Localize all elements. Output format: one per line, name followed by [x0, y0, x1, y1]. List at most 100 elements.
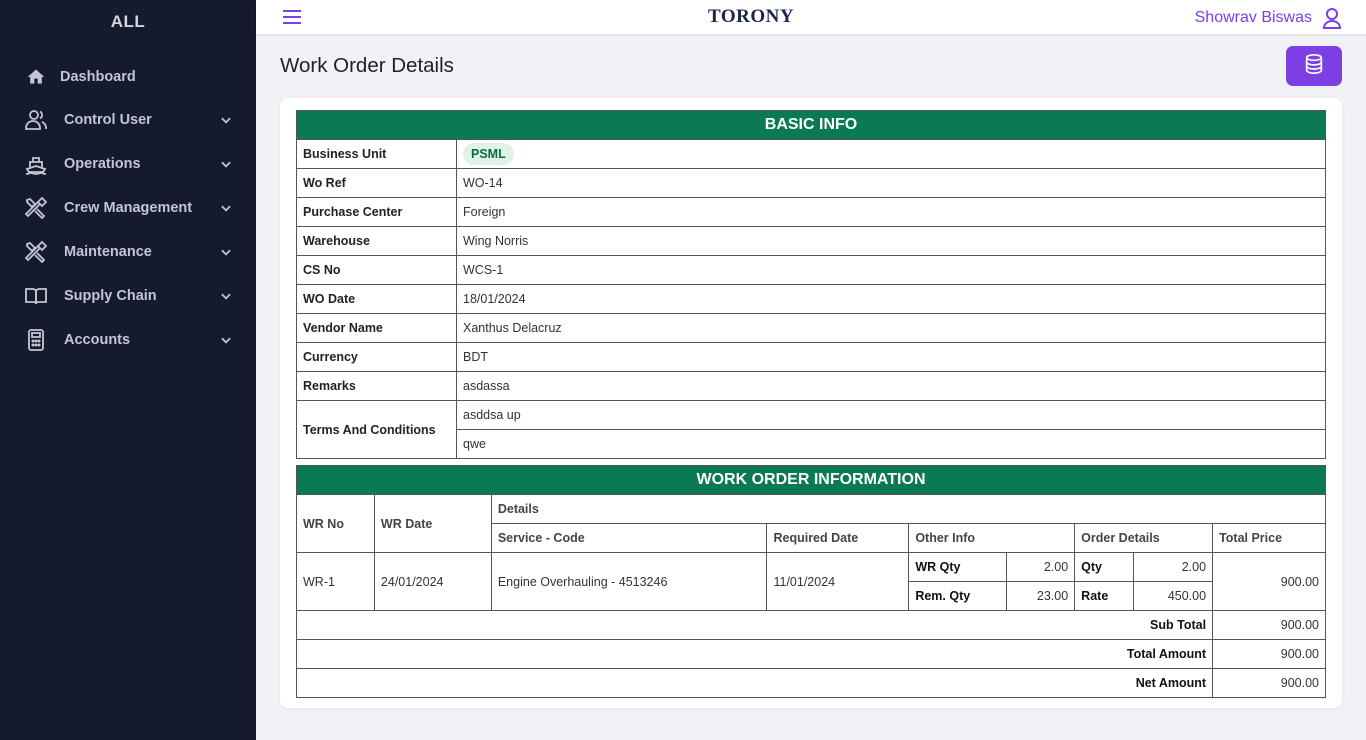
- sidebar-item-dashboard[interactable]: Dashboard: [0, 56, 256, 98]
- table-row: WO Date 18/01/2024: [296, 284, 1326, 314]
- terms-label: Terms And Conditions: [296, 400, 457, 459]
- chevron-down-icon[interactable]: [218, 288, 234, 304]
- ship-icon: [24, 152, 48, 176]
- service-code-header: Service - Code: [490, 523, 768, 553]
- rem-qty-label: Rem. Qty: [908, 581, 1008, 611]
- table-header-row: WR No WR Date Details: [296, 494, 1327, 553]
- wr-qty-label: WR Qty: [908, 552, 1008, 582]
- home-icon: [24, 65, 48, 89]
- sidebar-item-control-user[interactable]: Control User: [0, 98, 256, 142]
- work-order-heading: WORK ORDER INFORMATION: [296, 465, 1326, 495]
- currency-value: BDT: [456, 342, 1326, 372]
- currency-label: Currency: [296, 342, 457, 372]
- tools-icon: [24, 240, 48, 264]
- total-amount-value: 900.00: [1212, 639, 1326, 669]
- sidebar-item-supply-chain[interactable]: Supply Chain: [0, 274, 256, 318]
- user-menu[interactable]: Showrav Biswas: [1195, 7, 1342, 29]
- sidebar-item-label: Control User: [64, 112, 152, 128]
- total-amount-label: Total Amount: [295, 639, 1214, 669]
- cs-no-value: WCS-1: [456, 255, 1326, 285]
- wr-date-header: WR Date: [373, 494, 492, 553]
- wr-no-header: WR No: [296, 494, 375, 553]
- sidebar: ALL Dashboard Control User Operations Cr…: [0, 0, 256, 740]
- work-order-table: WORK ORDER INFORMATION WR No WR Date Det…: [295, 465, 1327, 698]
- table-row: Terms And Conditions asddsa up: [296, 400, 1326, 459]
- warehouse-value: Wing Norris: [456, 226, 1326, 256]
- terms-value: qwe: [456, 429, 1326, 459]
- required-date-header: Required Date: [766, 523, 910, 553]
- details-header: Details: [490, 494, 1327, 524]
- wr-qty-value: 2.00: [1006, 552, 1076, 582]
- qty-label: Qty: [1074, 552, 1135, 582]
- service-code-cell: Engine Overhauling - 4513246: [490, 552, 768, 611]
- remarks-value: asdassa: [456, 371, 1326, 401]
- vendor-name-label: Vendor Name: [296, 313, 457, 343]
- order-details-header: Order Details: [1074, 523, 1214, 553]
- table-row: Currency BDT: [296, 342, 1326, 372]
- cs-no-label: CS No: [296, 255, 457, 285]
- sidebar-item-label: Maintenance: [64, 244, 152, 260]
- sidebar-item-operations[interactable]: Operations: [0, 142, 256, 186]
- user-name: Showrav Biswas: [1194, 9, 1312, 26]
- vendor-name-value: Xanthus Delacruz: [456, 313, 1326, 343]
- sidebar-item-maintenance[interactable]: Maintenance: [0, 230, 256, 274]
- chevron-down-icon[interactable]: [218, 156, 234, 172]
- wo-date-value: 18/01/2024: [456, 284, 1326, 314]
- total-price-header: Total Price: [1212, 523, 1326, 553]
- table-row: CS No WCS-1: [296, 255, 1326, 285]
- book-icon: [24, 284, 48, 308]
- wr-no-cell: WR-1: [296, 552, 375, 611]
- sub-total-value: 900.00: [1212, 610, 1326, 640]
- sidebar-item-crew-management[interactable]: Crew Management: [0, 186, 256, 230]
- users-icon: [24, 108, 48, 132]
- app-logo[interactable]: TORONY: [708, 6, 794, 28]
- terms-value: asddsa up: [456, 400, 1326, 430]
- table-row: Warehouse Wing Norris: [296, 226, 1326, 256]
- table-row: Remarks asdassa: [296, 371, 1326, 401]
- other-info-header: Other Info: [908, 523, 1076, 553]
- sidebar-nav: Dashboard Control User Operations Crew M…: [0, 56, 256, 362]
- net-amount-label: Net Amount: [295, 668, 1214, 698]
- summary-row: Net Amount 900.00: [295, 668, 1326, 698]
- sidebar-item-label: Accounts: [64, 332, 131, 348]
- page-title: Work Order Details: [280, 54, 454, 77]
- chevron-down-icon[interactable]: [218, 332, 234, 348]
- purchase-center-label: Purchase Center: [296, 197, 457, 227]
- business-unit-badge: PSML: [463, 143, 514, 165]
- user-icon: [1322, 7, 1342, 29]
- warehouse-label: Warehouse: [296, 226, 457, 256]
- rate-value: 450.00: [1133, 581, 1214, 611]
- database-button[interactable]: [1286, 46, 1342, 86]
- chevron-down-icon[interactable]: [218, 112, 234, 128]
- sidebar-brand[interactable]: ALL: [0, 0, 256, 44]
- wo-ref-value: WO-14: [456, 168, 1326, 198]
- sidebar-item-label: Crew Management: [64, 200, 193, 216]
- table-row: Business Unit PSML: [296, 139, 1326, 169]
- menu-icon[interactable]: [282, 8, 302, 26]
- sidebar-item-label: Dashboard: [60, 69, 136, 85]
- qty-value: 2.00: [1133, 552, 1214, 582]
- chevron-down-icon[interactable]: [218, 200, 234, 216]
- table-row: Purchase Center Foreign: [296, 197, 1326, 227]
- required-date-cell: 11/01/2024: [766, 552, 910, 611]
- net-amount-value: 900.00: [1212, 668, 1326, 698]
- rate-label: Rate: [1074, 581, 1135, 611]
- summary-row: Total Amount 900.00: [295, 639, 1326, 669]
- calculator-icon: [24, 328, 48, 352]
- remarks-label: Remarks: [296, 371, 457, 401]
- tools-icon: [24, 196, 48, 220]
- rem-qty-value: 23.00: [1006, 581, 1076, 611]
- chevron-down-icon[interactable]: [218, 244, 234, 260]
- database-icon: [1303, 53, 1325, 80]
- sidebar-item-accounts[interactable]: Accounts: [0, 318, 256, 362]
- sidebar-item-label: Supply Chain: [64, 288, 157, 304]
- basic-info-table: BASIC INFO Business Unit PSML Wo Ref WO-…: [296, 110, 1326, 459]
- wo-ref-label: Wo Ref: [296, 168, 457, 198]
- topbar: TORONY Showrav Biswas: [256, 0, 1366, 34]
- sub-total-label: Sub Total: [295, 610, 1214, 640]
- wr-date-cell: 24/01/2024: [373, 552, 492, 611]
- sidebar-item-label: Operations: [64, 156, 141, 172]
- business-unit-cell: PSML: [456, 139, 1326, 169]
- table-row: WR-1 24/01/2024 Engine Overhauling - 451…: [296, 552, 1326, 611]
- total-price-cell: 900.00: [1212, 552, 1326, 611]
